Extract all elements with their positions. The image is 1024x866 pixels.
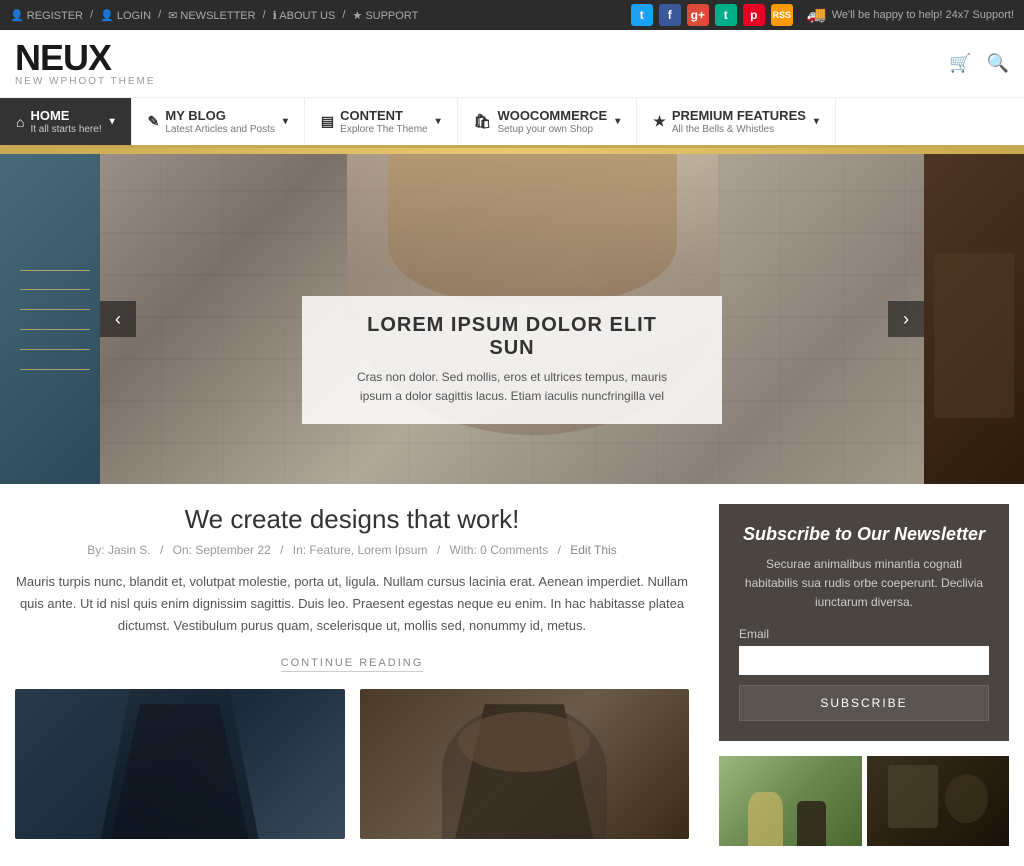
nav-item-content[interactable]: ▤ CONTENT Explore The Theme ▾ bbox=[305, 98, 458, 145]
bottom-images bbox=[15, 689, 689, 839]
nav-home-label: HOME bbox=[30, 108, 101, 123]
cart-icon[interactable]: 🛒 bbox=[949, 53, 971, 74]
meta-edit[interactable]: Edit This bbox=[570, 543, 616, 557]
newsletter-title: Subscribe to Our Newsletter bbox=[739, 524, 989, 545]
email-input[interactable] bbox=[739, 646, 989, 675]
content-icon: ▤ bbox=[321, 113, 334, 130]
slider-prev-button[interactable]: ‹ bbox=[100, 301, 136, 337]
brand-logo[interactable]: NEUX NEW WPHOOT THEME bbox=[15, 40, 156, 87]
premium-icon: ★ bbox=[653, 113, 666, 130]
meta-separator-3: / bbox=[437, 543, 440, 557]
nav-premium-arrow: ▾ bbox=[814, 116, 819, 127]
meta-in: In: Feature, Lorem Ipsum bbox=[293, 543, 428, 557]
tripadvisor-icon[interactable]: t bbox=[715, 4, 737, 26]
main-nav: ⌂ HOME It all starts here! ▾ ✎ MY BLOG L… bbox=[0, 98, 1024, 148]
nav-home-sub: It all starts here! bbox=[30, 124, 101, 135]
newsletter-box: Subscribe to Our Newsletter Securae anim… bbox=[719, 504, 1009, 741]
support-link[interactable]: ★ SUPPORT bbox=[352, 9, 418, 22]
twitter-icon[interactable]: t bbox=[631, 4, 653, 26]
nav-myblog-sub: Latest Articles and Posts bbox=[165, 124, 275, 135]
article-meta: By: Jasin S. / On: September 22 / In: Fe… bbox=[15, 543, 689, 557]
nav-item-woocommerce[interactable]: 🛍 WOOCOMMERCE Setup your own Shop ▾ bbox=[458, 98, 638, 145]
myblog-icon: ✎ bbox=[148, 113, 160, 130]
login-link[interactable]: 👤 LOGIN bbox=[100, 9, 151, 22]
bottom-image-2 bbox=[360, 689, 690, 839]
meta-by: By: Jasin S. bbox=[87, 543, 150, 557]
nav-myblog-label: MY BLOG bbox=[165, 108, 275, 123]
slider-caption: LOREM IPSUM DOLOR ELIT SUN Cras non dolo… bbox=[302, 296, 722, 424]
article-title: We create designs that work! bbox=[15, 504, 689, 535]
newsletter-link[interactable]: ✉ NEWSLETTER bbox=[168, 9, 255, 22]
nav-woo-arrow: ▾ bbox=[615, 116, 620, 127]
brand-bar: NEUX NEW WPHOOT THEME 🛒 🔍 bbox=[0, 30, 1024, 98]
about-link[interactable]: ℹ ABOUT US bbox=[273, 9, 336, 22]
nav-woo-label: WOOCOMMERCE bbox=[497, 108, 607, 123]
email-label: Email bbox=[739, 627, 989, 641]
nav-item-home[interactable]: ⌂ HOME It all starts here! ▾ bbox=[0, 98, 132, 145]
top-bar-right: t f g+ t p RSS 🚚 We'll be happy to help!… bbox=[631, 4, 1014, 26]
home-icon: ⌂ bbox=[16, 114, 24, 130]
article-body: Mauris turpis nunc, blandit et, volutpat… bbox=[15, 571, 689, 637]
meta-separator-2: / bbox=[280, 543, 283, 557]
newsletter-desc: Securae animalibus minantia cognati habi… bbox=[739, 555, 989, 613]
nav-myblog-arrow: ▾ bbox=[283, 116, 288, 127]
nav-item-premium[interactable]: ★ PREMIUM FEATURES All the Bells & Whist… bbox=[637, 98, 836, 145]
main-content: We create designs that work! By: Jasin S… bbox=[0, 484, 1024, 866]
truck-icon: 🚚 bbox=[807, 5, 827, 25]
slider-side-left bbox=[0, 154, 100, 484]
slider-next-button[interactable]: › bbox=[888, 301, 924, 337]
google-icon[interactable]: g+ bbox=[687, 4, 709, 26]
nav-item-myblog[interactable]: ✎ MY BLOG Latest Articles and Posts ▾ bbox=[132, 98, 305, 145]
meta-with: With: 0 Comments bbox=[450, 543, 549, 557]
top-bar: 👤 REGISTER / 👤 LOGIN / ✉ NEWSLETTER / ℹ … bbox=[0, 0, 1024, 30]
brand-icons: 🛒 🔍 bbox=[949, 53, 1009, 74]
guitar-decoration bbox=[20, 253, 90, 418]
content-left: We create designs that work! By: Jasin S… bbox=[15, 504, 719, 846]
nav-premium-sub: All the Bells & Whistles bbox=[672, 124, 806, 135]
woocommerce-icon: 🛍 bbox=[474, 113, 492, 130]
hero-slider: LOREM IPSUM DOLOR ELIT SUN Cras non dolo… bbox=[0, 154, 1024, 484]
slider-text: Cras non dolor. Sed mollis, eros et ultr… bbox=[342, 368, 682, 406]
support-text: 🚚 We'll be happy to help! 24x7 Support! bbox=[807, 5, 1014, 25]
nav-woo-sub: Setup your own Shop bbox=[497, 124, 607, 135]
search-icon[interactable]: 🔍 bbox=[987, 53, 1009, 74]
top-bar-links: 👤 REGISTER / 👤 LOGIN / ✉ NEWSLETTER / ℹ … bbox=[10, 9, 418, 22]
meta-separator-1: / bbox=[160, 543, 163, 557]
meta-separator-4: / bbox=[558, 543, 561, 557]
pinterest-icon[interactable]: p bbox=[743, 4, 765, 26]
slider-title: LOREM IPSUM DOLOR ELIT SUN bbox=[342, 314, 682, 360]
nav-content-sub: Explore The Theme bbox=[340, 124, 427, 135]
side-thumbnails bbox=[719, 756, 1009, 846]
slider-main: LOREM IPSUM DOLOR ELIT SUN Cras non dolo… bbox=[100, 154, 924, 484]
nav-home-arrow: ▾ bbox=[110, 116, 115, 127]
facebook-icon[interactable]: f bbox=[659, 4, 681, 26]
brand-tagline: NEW WPHOOT THEME bbox=[15, 76, 156, 87]
nav-content-label: CONTENT bbox=[340, 108, 427, 123]
nav-content-arrow: ▾ bbox=[436, 116, 441, 127]
bottom-image-1 bbox=[15, 689, 345, 839]
brand-name: NEUX bbox=[15, 40, 156, 76]
continue-reading-link[interactable]: CONTINUE READING bbox=[15, 653, 689, 669]
slider-side-right bbox=[924, 154, 1024, 484]
side-thumbnail-1[interactable] bbox=[719, 756, 862, 846]
subscribe-button[interactable]: SUBSCRIBE bbox=[739, 685, 989, 721]
rss-icon[interactable]: RSS bbox=[771, 4, 793, 26]
sidebar: Subscribe to Our Newsletter Securae anim… bbox=[719, 504, 1009, 846]
nav-premium-label: PREMIUM FEATURES bbox=[672, 108, 806, 123]
register-link[interactable]: 👤 REGISTER bbox=[10, 9, 83, 22]
meta-on: On: September 22 bbox=[173, 543, 271, 557]
side-thumbnail-2[interactable] bbox=[867, 756, 1010, 846]
